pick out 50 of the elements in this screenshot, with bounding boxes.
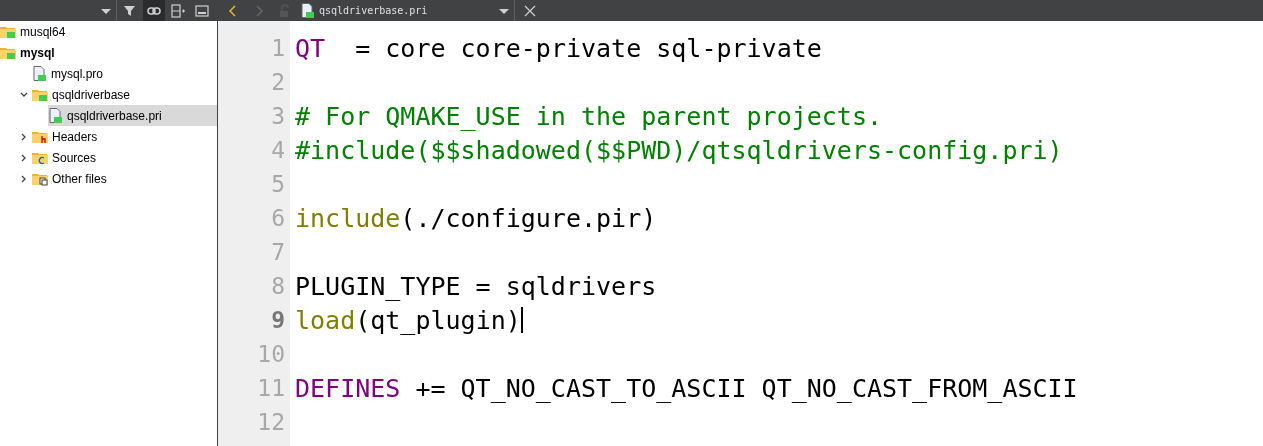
qt-folder-icon	[0, 45, 16, 60]
line-number: 7	[270, 238, 286, 267]
tree-item[interactable]: mysql.pro	[51, 66, 103, 81]
line-number: 5	[270, 170, 286, 199]
chevron-down-icon[interactable]	[20, 90, 28, 99]
line-number: 10	[256, 340, 286, 369]
qt-file-icon	[48, 107, 63, 124]
line-number: 3	[270, 102, 286, 131]
tree-item[interactable]: Other files	[52, 171, 107, 186]
tree-item[interactable]: musql64	[20, 24, 66, 39]
chevron-right-icon[interactable]	[20, 174, 28, 183]
qt-folder-icon	[0, 24, 16, 39]
line-number: 4	[270, 136, 286, 165]
line-number: 2	[270, 68, 286, 97]
tree-item[interactable]: mysql	[20, 45, 55, 60]
source-folder-icon	[32, 150, 48, 165]
filter-icon	[123, 3, 137, 18]
code-token: #include($$shadowed($$PWD)/qtsqldrivers-config.pri)	[295, 135, 1063, 165]
code-token: QT	[295, 33, 326, 63]
code-token: = core core-private sql-private	[354, 33, 822, 63]
line-number: 9	[270, 306, 286, 335]
code-token: (qt_plugin)	[355, 305, 521, 335]
tree-item[interactable]: Headers	[52, 129, 98, 144]
line-number: 6	[270, 204, 286, 233]
close-icon	[523, 3, 537, 18]
qt-folder-icon	[32, 87, 48, 102]
chevron-right-icon[interactable]	[20, 153, 28, 162]
code-token: PLUGIN_TYPE = sqldrivers	[295, 271, 657, 301]
line-number: 8	[270, 272, 286, 301]
chevron-right-icon[interactable]	[20, 132, 28, 141]
code-token: # For QMAKE_USE in the parent projects.	[295, 101, 882, 131]
code-token: += QT_NO_CAST_TO_ASCII QT_NO_CAST_FROM_ASCII	[414, 373, 1078, 403]
tree-item[interactable]: qsqldriverbase	[52, 87, 131, 102]
code-token: load	[295, 305, 356, 335]
header-folder-icon	[32, 129, 48, 144]
folder-icon	[32, 171, 48, 186]
qt-file-icon	[300, 2, 315, 19]
code-token: (./configure.pir)	[400, 203, 657, 233]
tree-item[interactable]: Sources	[52, 150, 97, 165]
line-number: 12	[256, 408, 286, 437]
toolbar-button[interactable]	[143, 0, 165, 21]
file-tab[interactable]: qsqldriverbase.pri	[319, 5, 489, 16]
code-token: DEFINES	[295, 373, 401, 403]
split-icon	[171, 3, 185, 18]
image-icon	[195, 3, 209, 18]
code-token: include	[295, 203, 401, 233]
text-cursor	[520, 307, 523, 333]
qt-file-icon	[32, 65, 47, 82]
line-number: 11	[256, 374, 286, 403]
line-number: 1	[270, 34, 286, 63]
